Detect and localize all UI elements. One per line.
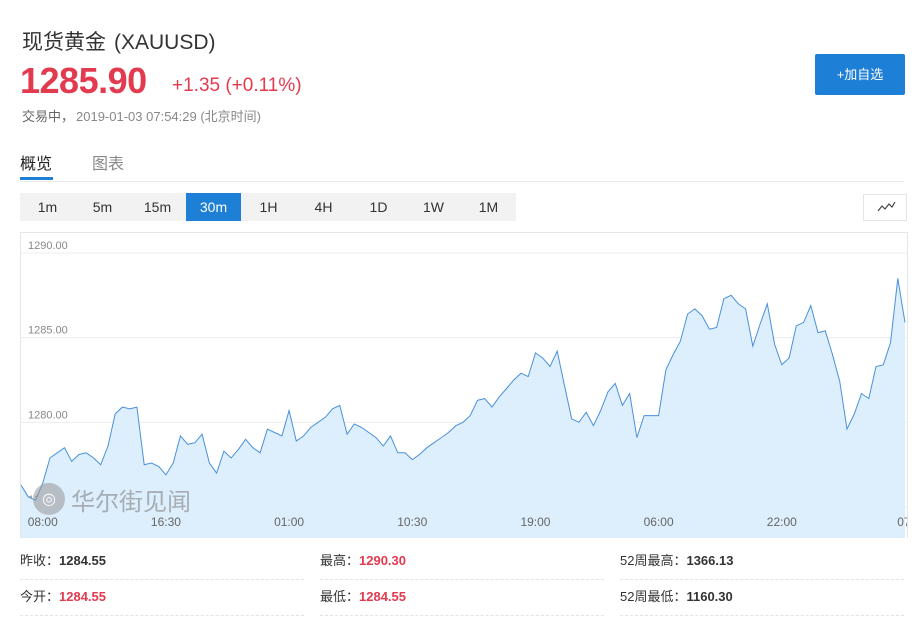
status-timestamp: 2019-01-03 07:54:29 (北京时间)	[76, 109, 261, 124]
price-area	[21, 278, 905, 538]
stat-open: 今开：1284.55	[20, 579, 304, 616]
interval-4h[interactable]: 4H	[296, 193, 351, 221]
x-tick-label: 01:00	[274, 515, 304, 529]
stat-value: 1284.55	[59, 553, 107, 568]
interval-1w[interactable]: 1W	[406, 193, 461, 221]
stat-value: 1284.55	[59, 589, 107, 604]
interval-30m[interactable]: 30m	[186, 193, 241, 221]
stat-label: 52周最高：	[620, 553, 687, 568]
stat-value: 1366.13	[686, 553, 734, 568]
x-tick-label: 10:30	[397, 515, 427, 529]
stat-value: 1160.30	[686, 589, 733, 604]
stat-value: 1290.30	[359, 553, 407, 568]
interval-selector: 1m 5m 15m 30m 1H 4H 1D 1W 1M	[20, 193, 516, 221]
interval-1d[interactable]: 1D	[351, 193, 406, 221]
y-tick-label: 1285.00	[28, 325, 68, 337]
instrument-symbol: (XAUUSD)	[114, 31, 216, 54]
y-tick-label: 1290.00	[28, 240, 68, 252]
interval-5m[interactable]: 5m	[75, 193, 130, 221]
line-chart-icon	[877, 201, 896, 212]
price-change: +1.35 (+0.11%)	[172, 75, 302, 96]
tab-bar: 概览 图表	[20, 146, 904, 182]
price-chart: 1290.001285.001280.001275.0008:0016:3001…	[20, 232, 908, 538]
interval-1h[interactable]: 1H	[241, 193, 296, 221]
x-tick-label: 07:30	[897, 515, 907, 529]
add-to-watchlist-button[interactable]: +加自选	[815, 54, 905, 95]
stat-label: 最高：	[320, 553, 360, 568]
chart-type-button[interactable]	[863, 194, 907, 221]
status-label: 交易中，	[22, 109, 75, 124]
active-tab-indicator	[20, 177, 53, 180]
interval-15m[interactable]: 15m	[130, 193, 185, 221]
stat-52w-high: 52周最高：1366.13	[620, 543, 904, 580]
stat-value: 1284.55	[359, 589, 407, 604]
x-tick-label: 06:00	[644, 515, 674, 529]
y-tick-label: 1280.00	[28, 409, 68, 421]
interval-1mo[interactable]: 1M	[461, 193, 516, 221]
tab-overview[interactable]: 概览	[20, 150, 52, 174]
trading-status: 交易中， 2019-01-03 07:54:29 (北京时间)	[22, 106, 261, 125]
x-tick-label: 16:30	[151, 515, 181, 529]
stat-label: 最低：	[320, 589, 360, 604]
instrument-name: 现货黄金	[22, 31, 106, 54]
stat-low: 最低：1284.55	[320, 579, 604, 616]
chart-canvas: 1290.001285.001280.001275.0008:0016:3001…	[21, 240, 907, 538]
instrument-title: 现货黄金 (XAUUSD)	[22, 26, 216, 56]
stat-label: 今开：	[20, 589, 60, 604]
stat-label: 52周最低：	[620, 589, 687, 604]
x-tick-label: 19:00	[520, 515, 550, 529]
interval-1m[interactable]: 1m	[20, 193, 75, 221]
stat-prev-close: 昨收：1284.55	[20, 543, 304, 580]
x-tick-label: 22:00	[767, 515, 797, 529]
stat-label: 昨收：	[20, 553, 60, 568]
stat-high: 最高：1290.30	[320, 543, 604, 580]
x-tick-label: 08:00	[28, 515, 58, 529]
current-price: 1285.90	[20, 60, 147, 101]
tab-chart[interactable]: 图表	[92, 150, 124, 174]
stat-52w-low: 52周最低：1160.30	[620, 579, 904, 616]
